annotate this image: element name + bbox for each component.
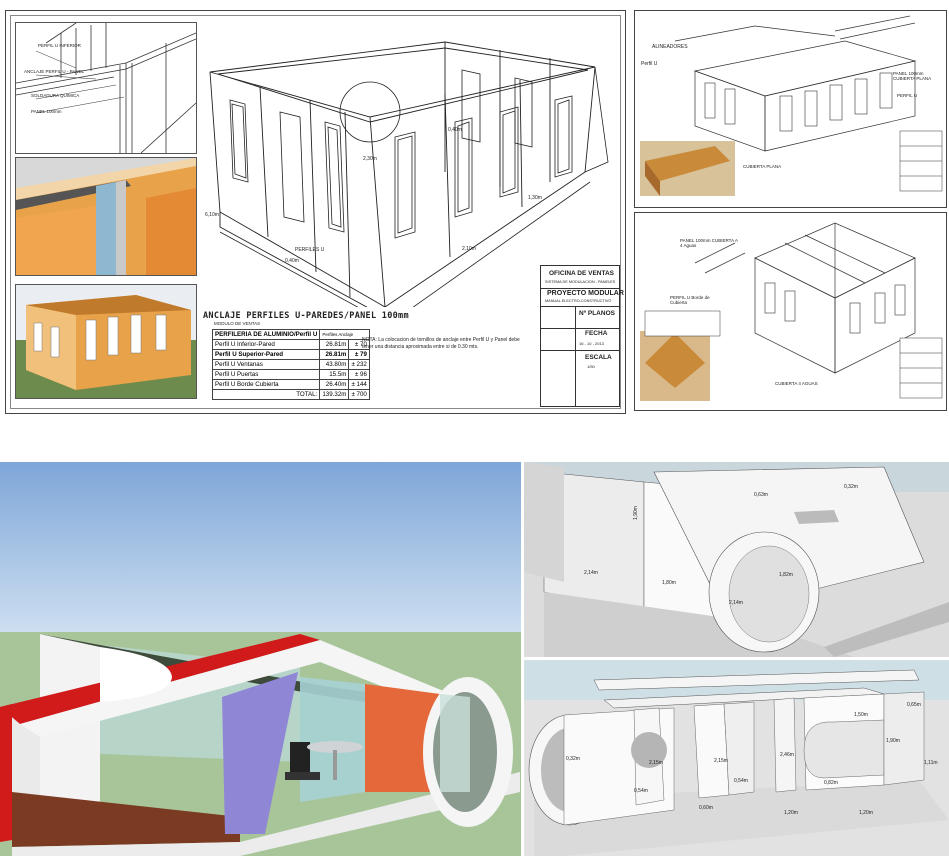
dimension-label: 1,20m bbox=[859, 810, 873, 816]
row-qty: ± 144 bbox=[348, 379, 370, 390]
total-qty: ± 700 bbox=[348, 389, 370, 400]
flat-roof-sheet: ALINEADORES Perfil U PANEL 100mm CUBIERT… bbox=[634, 10, 947, 208]
dimension-label: 0,32m bbox=[844, 484, 858, 490]
dimension-label: 0,60m bbox=[699, 805, 713, 811]
dimension-label: 0,82m bbox=[824, 780, 838, 786]
dimension-label: 0,65m bbox=[907, 702, 921, 708]
hip-roof-sheet: PANEL 100mm CUBIERTA A 4 Aguas PERFIL U … bbox=[634, 212, 947, 411]
total-label: TOTAL: bbox=[211, 389, 321, 400]
project-name: PROYECTO MODULAR bbox=[547, 290, 624, 297]
escala-label: ESCALA bbox=[585, 354, 612, 361]
callout-perfil-borde: PERFIL U Borde de Cubierta bbox=[670, 295, 710, 305]
table-row: Perfil U Inferior-Pared 26.81m ± 70 bbox=[211, 339, 370, 350]
system-name: SISTEMA DE MODULACION - PANELES bbox=[545, 280, 616, 284]
table-row: Perfil U Superior-Pared 26.81m ± 79 bbox=[211, 349, 370, 360]
row-name: Perfil U Puertas bbox=[211, 369, 321, 380]
detail-anchor-drawing: PERFIL U INFERIOR ANCLAJE PERFIL U - PAN… bbox=[15, 22, 197, 154]
row-length: 26.81m bbox=[319, 349, 350, 360]
callout-panel: PANEL 100mm bbox=[31, 109, 62, 114]
dimension-label: 0,40m bbox=[448, 127, 462, 133]
escala-value: 1/50 bbox=[587, 364, 595, 369]
render-interior-view bbox=[0, 462, 521, 856]
title-block: OFICINA DE VENTAS SISTEMA DE MODULACION … bbox=[540, 265, 624, 407]
total-length: 139.32m bbox=[319, 389, 350, 400]
callout-soldadura: SOLDADURA QUIMICA bbox=[31, 93, 80, 98]
dimension-label: 1,11m bbox=[924, 760, 938, 766]
dimension-label: 1,82m bbox=[779, 572, 793, 578]
row-length: 26.81m bbox=[319, 339, 350, 350]
dimension-label: 1,30m bbox=[528, 195, 542, 201]
dimension-label: 0,40m bbox=[285, 258, 299, 264]
caption-cubierta-plana: CUBIERTA PLANA bbox=[743, 164, 782, 169]
callout-panel-4-aguas: PANEL 100mm CUBIERTA A 4 Aguas bbox=[680, 238, 738, 248]
planos-label: Nº PLANOS bbox=[579, 310, 615, 317]
render-section-view: 1,50m 0,65m 0,32m 2,15m 2,15m 0,54m 2,46… bbox=[524, 660, 949, 856]
table-row: Perfil U Ventanas 43.80m ± 232 bbox=[211, 359, 370, 370]
dimension-label: 2,10m bbox=[462, 246, 476, 252]
office-name: OFICINA DE VENTAS bbox=[549, 270, 615, 277]
dimension-label: 1,50m bbox=[854, 712, 868, 718]
main-drawing-sheet: PERFIL U INFERIOR ANCLAJE PERFIL U - PAN… bbox=[0, 0, 629, 417]
dimension-label: 6,10m bbox=[205, 212, 219, 218]
dimension-label: 0,54m bbox=[634, 788, 648, 794]
fecha-label: FECHA bbox=[585, 330, 608, 337]
detail-render-corner bbox=[15, 157, 197, 276]
table-row: Perfil U Borde Cubierta 26.40m ± 144 bbox=[211, 379, 370, 390]
module-render bbox=[15, 284, 197, 399]
render-tube-view: 1,90m 2,14m 1,80m 0,63m 2,14m 0,32m 1,82… bbox=[524, 462, 949, 657]
dimension-label: 2,30m bbox=[363, 156, 377, 162]
row-name: Perfil U Inferior-Pared bbox=[211, 339, 321, 350]
dimension-label: 2,14m bbox=[584, 570, 598, 576]
dimension-label: 2,14m bbox=[729, 600, 743, 606]
fecha-value: 16 - 10 - 2013 bbox=[579, 341, 604, 346]
dimension-label: 2,15m bbox=[714, 758, 728, 764]
sheet-subtitle: MODULO DE VENTAS bbox=[214, 321, 261, 326]
row-name: Perfil U Superior-Pared bbox=[211, 349, 321, 360]
callout-alineadores: ALINEADORES bbox=[652, 44, 688, 50]
dimension-label: 0,54m bbox=[734, 778, 748, 784]
dimension-label: 2,15m bbox=[649, 760, 663, 766]
table-row: Perfil U Puertas 15.5m ± 96 bbox=[211, 369, 370, 380]
project-subtitle: MANUAL ELECTRO-CONSTRUCTIVO bbox=[545, 299, 612, 303]
dimension-label: 0,63m bbox=[754, 492, 768, 498]
row-qty: ± 79 bbox=[348, 349, 370, 360]
dimension-label: 1,80m bbox=[662, 580, 676, 586]
row-length: 43.80m bbox=[319, 359, 350, 370]
table-total-row: TOTAL: 139.32m ± 700 bbox=[211, 389, 370, 400]
caption-cubierta-4-aguas: CUBIERTA 4 AGUAS bbox=[775, 381, 818, 386]
row-length: 26.40m bbox=[319, 379, 350, 390]
dimension-label: 1,90m bbox=[886, 738, 900, 744]
callout-anclaje: ANCLAJE PERFIL U - PANEL bbox=[24, 69, 85, 74]
anchor-note: NOTA: La colocacion de tornillos de ancl… bbox=[362, 337, 520, 350]
sheet-title: ANCLAJE PERFILES U-PAREDES/PANEL 100mm bbox=[203, 311, 409, 321]
dimension-label: 1,20m bbox=[784, 810, 798, 816]
dimension-label: 1,90m bbox=[632, 506, 639, 520]
callout-panel-plana: PANEL 100mm CUBIERTA PLANA bbox=[893, 71, 932, 81]
table-header: PERFILERIA DE ALUMINIO/Perfil U bbox=[211, 329, 321, 340]
callout-perfil-u: Perfil U bbox=[641, 61, 658, 67]
dimension-label: 2,46m bbox=[780, 752, 794, 758]
row-name: Perfil U Borde Cubierta bbox=[211, 379, 321, 390]
callout-perfiles-u: PERFILES U bbox=[295, 247, 325, 253]
dimension-label: 0,32m bbox=[566, 756, 580, 762]
row-name: Perfil U Ventanas bbox=[211, 359, 321, 370]
quantities-table: PERFILERIA DE ALUMINIO/Perfil U Perfiles… bbox=[211, 329, 370, 400]
row-qty: ± 96 bbox=[348, 369, 370, 380]
callout-perfil-u-right: PERFIL U bbox=[897, 93, 918, 98]
callout-perfil-inferior: PERFIL U INFERIOR bbox=[38, 43, 81, 48]
row-qty: ± 232 bbox=[348, 359, 370, 370]
row-length: 15.5m bbox=[319, 369, 350, 380]
